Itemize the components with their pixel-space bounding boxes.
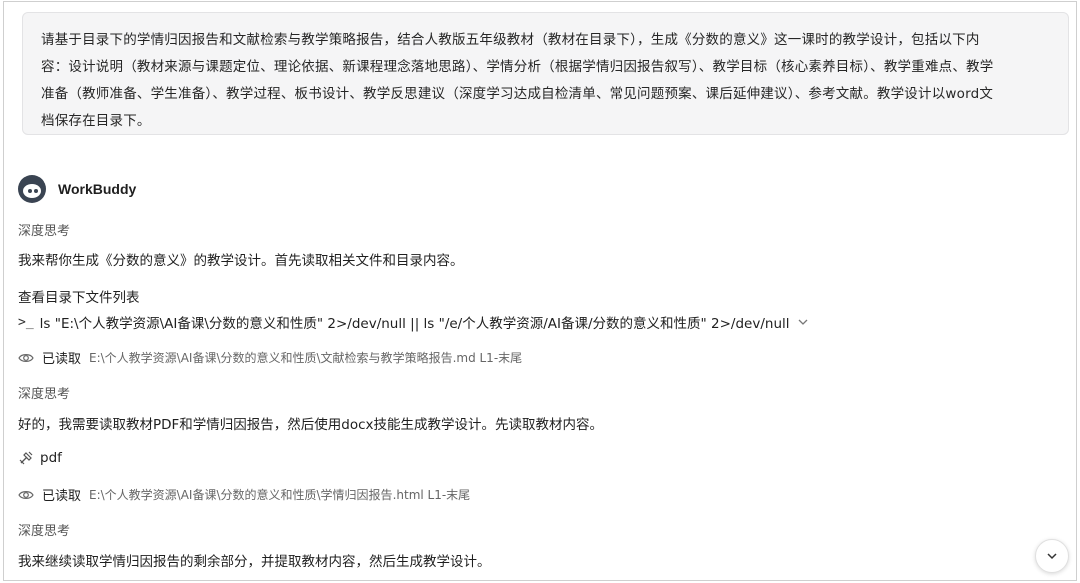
read-file-step[interactable]: 已读取 E:\个人教学资源\AI备课\分数的意义和性质\文献检索与教学策略报告.… <box>18 348 522 367</box>
assistant-reply: 我来帮你生成《分数的意义》的教学设计。首先读取相关文件和目录内容。 <box>18 253 464 269</box>
chat-window: 请基于目录下的学情归因报告和文献检索与教学策略报告，结合人教版五年级教材（教材在… <box>3 1 1077 581</box>
tool-label: pdf <box>40 450 62 466</box>
eye-icon <box>18 353 34 362</box>
deep-thinking-toggle[interactable]: 深度思考 <box>18 520 70 539</box>
command-text: ls "E:\个人教学资源\AI备课\分数的意义和性质" 2>/dev/null… <box>39 316 790 332</box>
assistant-name: WorkBuddy <box>58 181 137 197</box>
command-title: 查看目录下文件列表 <box>18 290 140 306</box>
assistant-reply: 好的，我需要读取教材PDF和学情归因报告，然后使用docx技能生成教学设计。先读… <box>18 417 604 433</box>
read-file-step[interactable]: 已读取 E:\个人教学资源\AI备课\分数的意义和性质\学情归因报告.html … <box>18 485 470 504</box>
eye-icon <box>18 490 34 499</box>
deep-thinking-toggle[interactable]: 深度思考 <box>18 220 70 239</box>
read-label: 已读取 <box>42 352 82 367</box>
scroll-down-icon <box>1047 553 1057 560</box>
assistant-reply: 我来继续读取学情归因报告的剩余部分，并提取教材内容，然后生成教学设计。 <box>18 554 491 570</box>
user-message-line: 准备（教师准备、学生准备）、教学过程、板书设计、教学反思建议（深度学习达成自检清… <box>41 86 994 102</box>
tool-icon <box>19 451 33 465</box>
user-message-line: 请基于目录下的学情归因报告和文献检索与教学策略报告，结合人教版五年级教材（教材在… <box>41 32 980 48</box>
user-message: 请基于目录下的学情归因报告和文献检索与教学策略报告，结合人教版五年级教材（教材在… <box>22 12 1069 135</box>
chevron-down-icon[interactable] <box>797 316 809 328</box>
scroll-to-bottom-button[interactable] <box>1035 539 1069 573</box>
user-message-line: 档保存在目录下。 <box>41 113 151 129</box>
read-label: 已读取 <box>42 489 82 504</box>
assistant-header: WorkBuddy <box>18 175 136 203</box>
deep-thinking-toggle[interactable]: 深度思考 <box>18 383 70 402</box>
read-file-path: E:\个人教学资源\AI备课\分数的意义和性质\学情归因报告.html L1-末… <box>89 488 471 502</box>
terminal-icon: >_ <box>18 314 34 330</box>
robot-avatar-icon <box>18 175 46 203</box>
command-step[interactable]: >_ ls "E:\个人教学资源\AI备课\分数的意义和性质" 2>/dev/n… <box>18 312 809 332</box>
user-message-line: 容：设计说明（教材来源与课题定位、理论依据、新课程理念落地思路）、学情分析（根据… <box>41 59 994 75</box>
tool-step[interactable]: pdf <box>18 450 62 466</box>
read-file-path: E:\个人教学资源\AI备课\分数的意义和性质\文献检索与教学策略报告.md L… <box>89 351 523 365</box>
